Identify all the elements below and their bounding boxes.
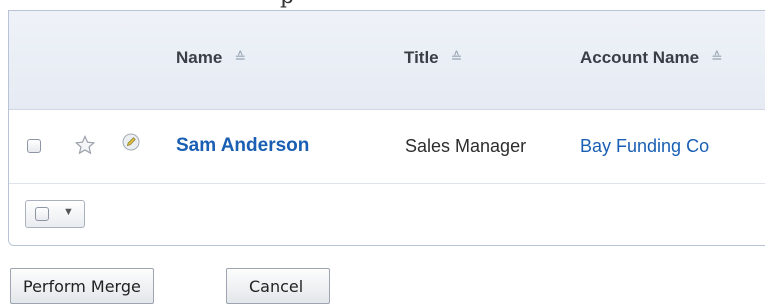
column-label: Account Name <box>580 48 700 67</box>
sort-icon[interactable]: ≙ <box>451 49 463 66</box>
pencil-edit-icon[interactable] <box>122 133 140 151</box>
record-title: Sales Manager <box>405 136 527 156</box>
star-icon[interactable] <box>75 135 95 155</box>
mass-select-dropdown[interactable]: ▼ <box>25 200 85 228</box>
select-all-checkbox[interactable] <box>35 207 49 221</box>
sort-icon[interactable]: ≙ <box>234 49 246 66</box>
column-header-account-name[interactable]: Account Name ≙ <box>580 48 723 68</box>
column-label: Name <box>176 48 223 67</box>
record-name-link[interactable]: Sam Anderson <box>176 135 309 157</box>
table-header: Name ≙ Title ≙ Account Name ≙ <box>9 11 765 110</box>
table-row: Sam Anderson Sales Manager Bay Funding C… <box>9 110 765 184</box>
column-header-title[interactable]: Title ≙ <box>404 48 462 68</box>
table-footer: ▼ <box>9 184 765 245</box>
sort-icon[interactable]: ≙ <box>711 49 723 66</box>
chevron-down-icon[interactable]: ▼ <box>63 206 74 218</box>
cancel-button[interactable]: Cancel <box>226 268 331 304</box>
column-label: Title <box>404 48 439 67</box>
perform-merge-button[interactable]: Perform Merge <box>10 268 154 304</box>
account-name-link[interactable]: Bay Funding Co <box>580 136 709 157</box>
cropped-top-text: p <box>10 0 750 10</box>
merge-records-table: Name ≙ Title ≙ Account Name ≙ Sam Anderson … <box>8 10 765 246</box>
column-header-name[interactable]: Name ≙ <box>176 48 246 68</box>
row-select-checkbox[interactable] <box>27 139 41 153</box>
